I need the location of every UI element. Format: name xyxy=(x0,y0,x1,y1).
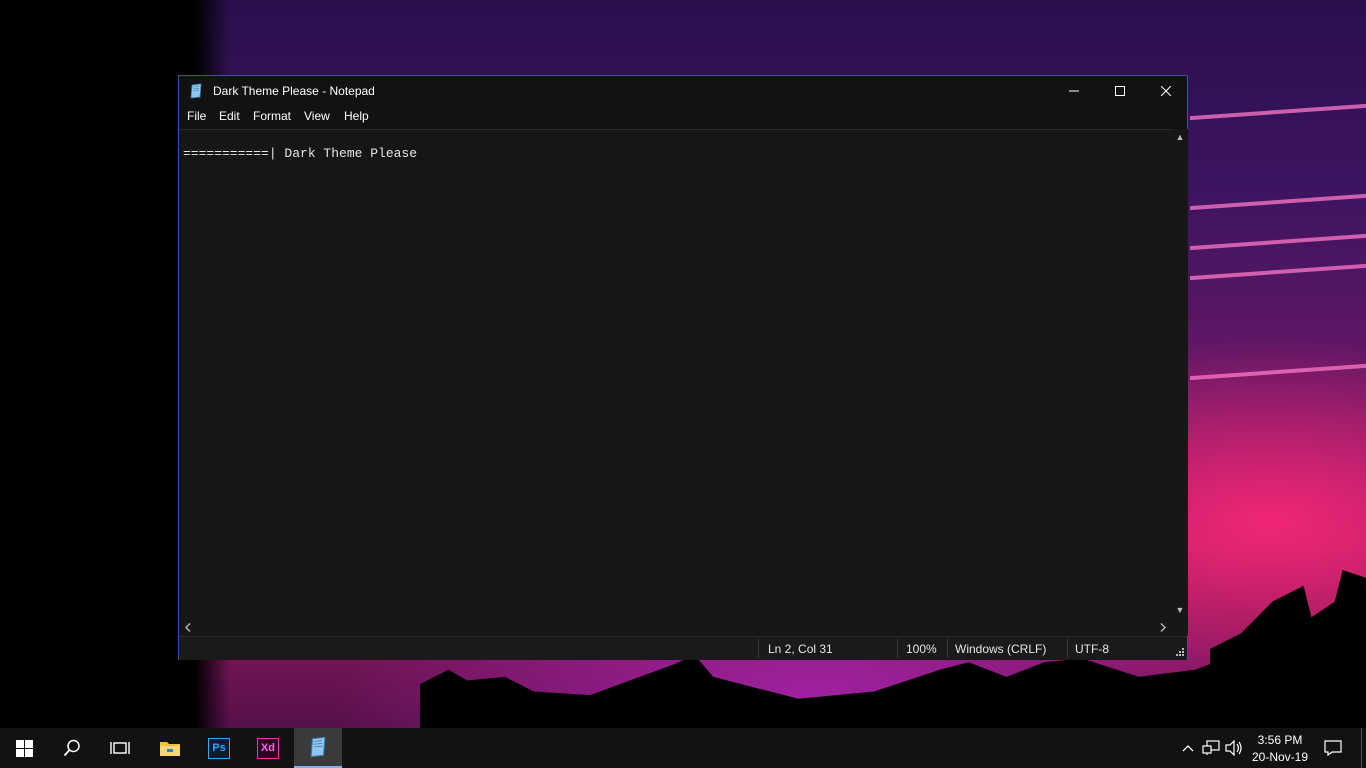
network-icon xyxy=(1202,740,1220,755)
menu-format[interactable]: Format xyxy=(253,109,291,123)
horizontal-scrollbar[interactable] xyxy=(179,619,1172,636)
taskbar-clock[interactable]: 3:56 PM 20-Nov-19 xyxy=(1244,732,1316,766)
status-encoding: UTF-8 xyxy=(1075,642,1109,656)
wallpaper-line xyxy=(1190,233,1366,251)
adobe-xd-button[interactable]: Xd xyxy=(244,728,292,768)
action-center-button[interactable] xyxy=(1323,738,1343,758)
wallpaper-line xyxy=(1190,193,1366,211)
close-icon xyxy=(1161,86,1171,96)
start-icon xyxy=(15,739,33,757)
maximize-button[interactable] xyxy=(1097,76,1143,106)
status-line-ending: Windows (CRLF) xyxy=(955,642,1047,656)
scrollbar-corner xyxy=(1172,619,1188,636)
show-hidden-icons-button[interactable] xyxy=(1178,738,1198,758)
vertical-scrollbar[interactable]: ▲ ▼ xyxy=(1172,129,1188,619)
text-editor[interactable]: ===========| Dark Theme Please xyxy=(179,129,1172,620)
status-divider xyxy=(947,639,948,658)
minimize-button[interactable] xyxy=(1051,76,1097,106)
network-button[interactable] xyxy=(1201,738,1221,758)
menu-view[interactable]: View xyxy=(304,109,330,123)
clock-time: 3:56 PM xyxy=(1257,733,1303,747)
scroll-up-icon[interactable]: ▲ xyxy=(1172,132,1188,142)
scroll-left-icon[interactable] xyxy=(184,623,192,632)
menu-file[interactable]: File xyxy=(187,109,206,123)
window-title: Dark Theme Please - Notepad xyxy=(213,84,375,98)
notepad-taskbar-button[interactable] xyxy=(294,728,342,768)
scroll-right-icon[interactable] xyxy=(1159,623,1167,632)
scroll-down-icon[interactable]: ▼ xyxy=(1172,605,1188,615)
task-view-button[interactable] xyxy=(96,728,144,768)
wallpaper-line xyxy=(1190,103,1366,121)
menu-edit[interactable]: Edit xyxy=(219,109,240,123)
clock-date: 20-Nov-19 xyxy=(1251,750,1309,764)
status-bar: Ln 2, Col 31 100% Windows (CRLF) UTF-8 xyxy=(179,636,1187,660)
search-button[interactable] xyxy=(48,728,96,768)
volume-icon xyxy=(1225,740,1242,756)
status-divider xyxy=(897,639,898,658)
resize-grip-icon[interactable] xyxy=(1175,647,1185,657)
adobe-xd-icon: Xd xyxy=(257,737,279,759)
notepad-icon xyxy=(310,736,326,758)
status-divider xyxy=(1067,639,1068,658)
minimize-icon xyxy=(1069,90,1079,92)
file-explorer-icon xyxy=(160,742,180,756)
notepad-window: Dark Theme Please - Notepad File Edit Fo… xyxy=(178,75,1188,660)
status-divider xyxy=(758,639,759,658)
notification-icon xyxy=(1324,740,1342,756)
notepad-app-icon xyxy=(190,83,202,99)
status-zoom: 100% xyxy=(906,642,937,656)
show-desktop-button[interactable] xyxy=(1361,728,1362,768)
menu-help[interactable]: Help xyxy=(344,109,369,123)
wallpaper-line xyxy=(1190,263,1366,281)
maximize-icon xyxy=(1115,86,1125,96)
search-icon xyxy=(63,739,80,757)
close-button[interactable] xyxy=(1143,76,1189,106)
editor-content: ===========| Dark Theme Please xyxy=(183,146,418,161)
title-bar[interactable]: Dark Theme Please - Notepad xyxy=(179,76,1187,106)
photoshop-icon: Ps xyxy=(208,737,230,759)
wallpaper-skyline xyxy=(420,655,1366,728)
status-cursor-position: Ln 2, Col 31 xyxy=(768,642,833,656)
file-explorer-button[interactable] xyxy=(146,728,194,768)
chevron-up-icon xyxy=(1182,745,1194,752)
task-view-icon xyxy=(110,742,130,754)
start-button[interactable] xyxy=(0,728,48,768)
wallpaper-line xyxy=(1190,363,1366,381)
menu-bar: File Edit Format View Help xyxy=(179,106,1187,128)
taskbar: Ps Xd 3:56 PM 20-Nov-19 xyxy=(0,728,1366,768)
volume-button[interactable] xyxy=(1224,738,1244,758)
photoshop-button[interactable]: Ps xyxy=(195,728,243,768)
